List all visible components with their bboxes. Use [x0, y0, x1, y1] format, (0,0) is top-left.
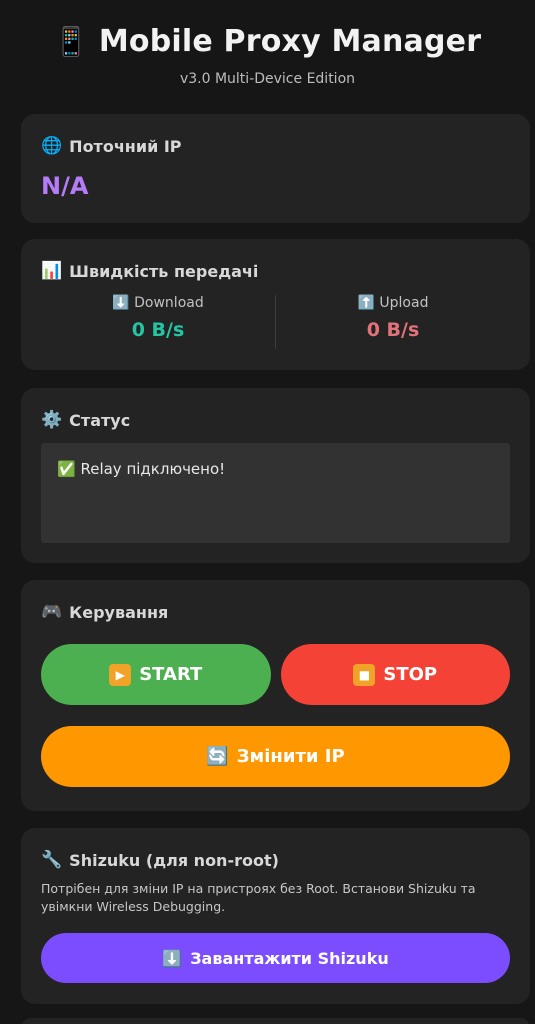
- header: 📱 Mobile Proxy Manager v3.0 Multi-Device…: [0, 0, 535, 87]
- status-log[interactable]: ✅ Relay підключено!: [41, 443, 510, 543]
- app-title-text: Mobile Proxy Manager: [98, 24, 482, 59]
- download-value: 0 B/s: [131, 319, 185, 341]
- status-card: ⚙️ Статус ✅ Relay підключено!: [21, 388, 530, 563]
- speed-header: 📊 Швидкість передачі: [41, 261, 510, 281]
- speed-row: ⬇️ Download 0 B/s ⬆️ Upload 0 B/s: [41, 295, 510, 349]
- upload-speed: ⬆️ Upload 0 B/s: [276, 295, 510, 349]
- control-title: Керування: [69, 602, 169, 622]
- control-card: 🎮 Керування ▶ START ■ STOP 🔄 Змінити IP: [21, 580, 530, 811]
- next-card-edge: [21, 1018, 530, 1024]
- status-title: Статус: [69, 410, 131, 430]
- status-message: Relay підключено!: [80, 460, 226, 478]
- app-title: 📱 Mobile Proxy Manager: [0, 24, 535, 59]
- speed-card: 📊 Швидкість передачі ⬇️ Download 0 B/s ⬆…: [21, 239, 530, 370]
- gamepad-icon: 🎮: [41, 602, 63, 622]
- check-icon: ✅: [57, 460, 76, 478]
- download-shizuku-button[interactable]: ⬇️ Завантажити Shizuku: [41, 933, 510, 983]
- change-ip-button[interactable]: 🔄 Змінити IP: [41, 726, 510, 787]
- current-ip-header: 🌐 Поточний IP: [41, 136, 510, 156]
- download-shizuku-label: Завантажити Shizuku: [190, 948, 389, 968]
- upload-value: 0 B/s: [366, 319, 420, 341]
- shizuku-description: Потрібен для зміни IP на пристроях без R…: [41, 881, 476, 914]
- current-ip-card: 🌐 Поточний IP N/A: [21, 114, 530, 223]
- gear-icon: ⚙️: [41, 410, 63, 430]
- bar-chart-icon: 📊: [41, 261, 63, 281]
- status-header: ⚙️ Статус: [41, 410, 510, 430]
- start-label: START: [139, 664, 203, 685]
- speed-title: Швидкість передачі: [69, 261, 259, 281]
- refresh-icon: 🔄: [206, 746, 229, 767]
- phone-icon: 📱: [53, 25, 89, 58]
- start-stop-row: ▶ START ■ STOP: [41, 644, 510, 705]
- app-screen: 📱 Mobile Proxy Manager v3.0 Multi-Device…: [0, 0, 535, 1024]
- app-subtitle: v3.0 Multi-Device Edition: [179, 71, 356, 87]
- current-ip-value: N/A: [41, 172, 89, 200]
- upload-label-text: Upload: [379, 295, 429, 311]
- start-button[interactable]: ▶ START: [41, 644, 271, 705]
- change-ip-label: Змінити IP: [236, 746, 345, 767]
- current-ip-title: Поточний IP: [69, 136, 182, 156]
- globe-icon: 🌐: [41, 136, 63, 156]
- shizuku-card: 🔧 Shizuku (для non-root) Потрібен для зм…: [21, 828, 530, 1004]
- download-label: ⬇️ Download: [41, 295, 275, 311]
- stop-label: STOP: [383, 664, 438, 685]
- control-header: 🎮 Керування: [41, 602, 510, 622]
- stop-icon: ■: [353, 663, 376, 686]
- download-arrow-icon: ⬇️: [112, 295, 130, 311]
- download-label-text: Download: [134, 295, 204, 311]
- wrench-icon: 🔧: [41, 850, 63, 870]
- play-icon: ▶: [109, 663, 132, 686]
- shizuku-header: 🔧 Shizuku (для non-root): [41, 850, 510, 870]
- stop-button[interactable]: ■ STOP: [280, 644, 510, 705]
- download-icon: ⬇️: [162, 948, 183, 968]
- download-speed: ⬇️ Download 0 B/s: [41, 295, 275, 349]
- upload-arrow-icon: ⬆️: [357, 295, 375, 311]
- shizuku-title: Shizuku (для non-root): [69, 850, 279, 870]
- upload-label: ⬆️ Upload: [276, 295, 510, 311]
